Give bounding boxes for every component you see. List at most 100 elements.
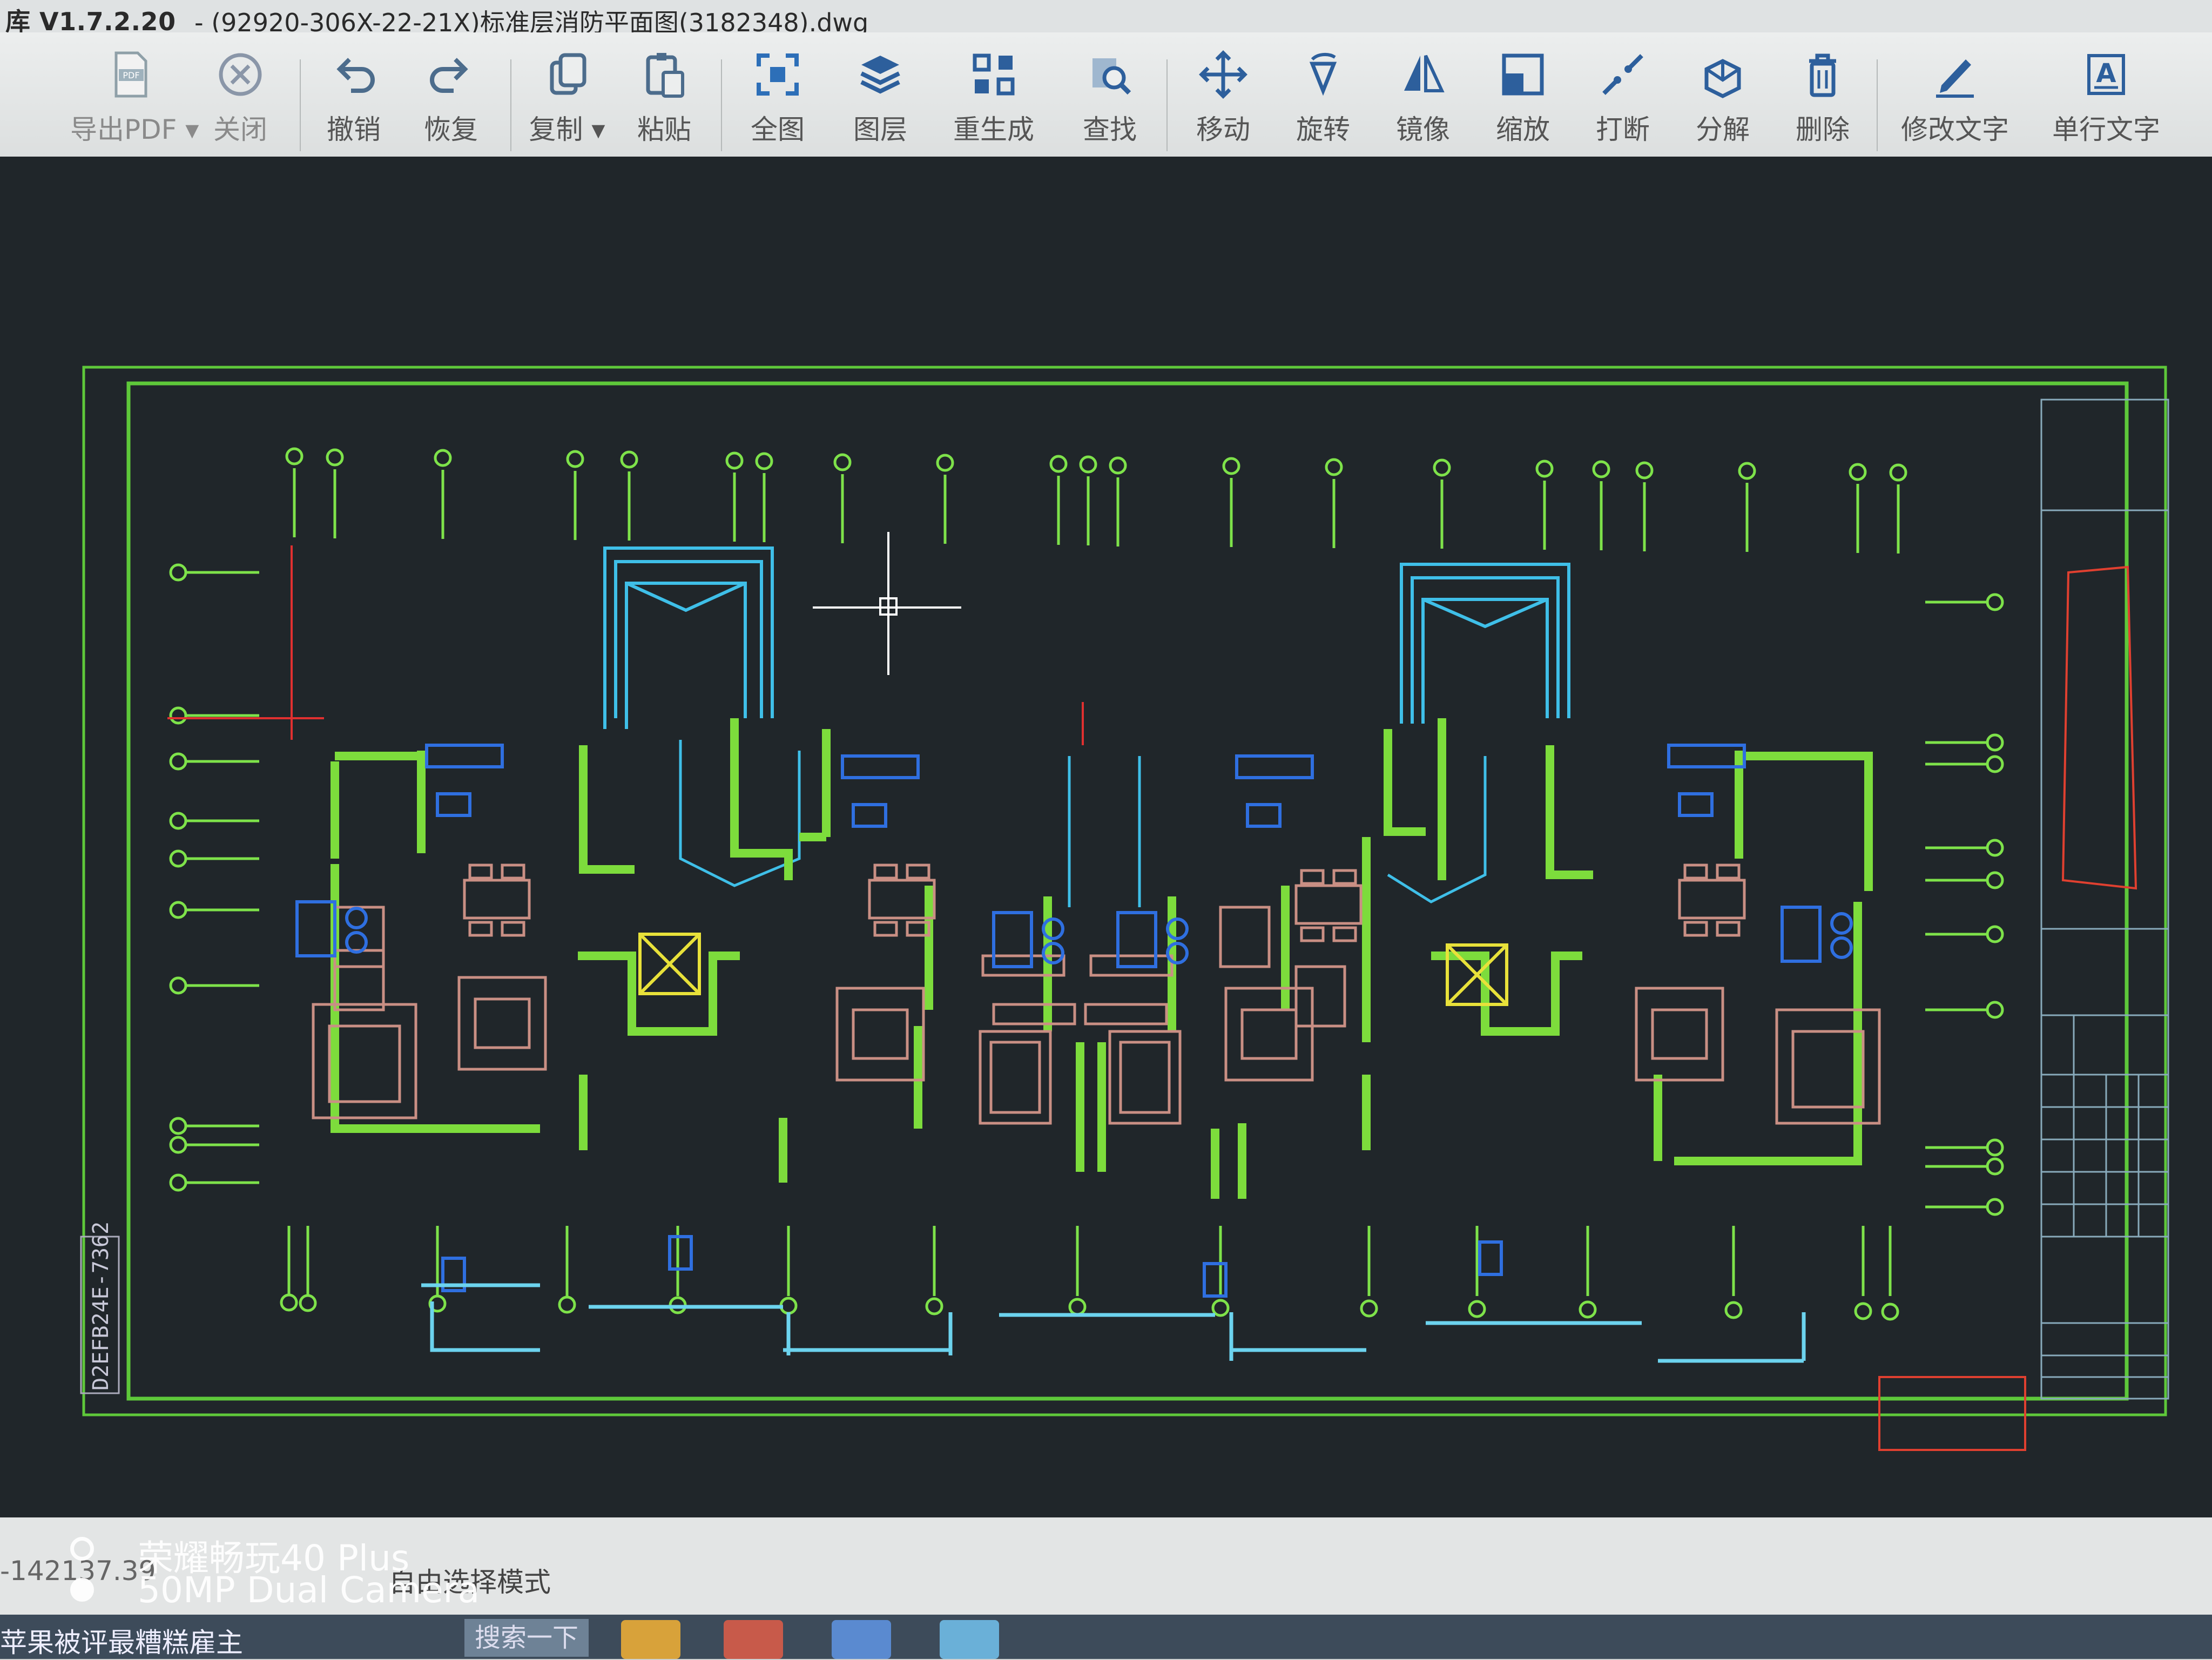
bed-mattress: [1791, 1030, 1865, 1109]
axis-bubble: [1468, 1300, 1486, 1318]
axis-bubble: [1325, 458, 1343, 476]
single-line-text-icon: A: [2087, 54, 2125, 95]
save-as-label: 为: [0, 108, 22, 147]
close-label: 关闭: [213, 114, 267, 145]
fixture-small: [852, 803, 887, 828]
mirror-button[interactable]: 镜像: [1377, 42, 1469, 150]
zoom-extents-button[interactable]: 全图: [732, 42, 824, 150]
edit-text-icon: [1936, 59, 1974, 98]
zoom-extents-label: 全图: [751, 114, 805, 145]
save-as-button[interactable]: 为: [0, 42, 22, 150]
red-reference-lines: [167, 545, 324, 740]
chair: [1683, 863, 1708, 880]
zoom-extents-icon: [757, 53, 799, 96]
axis-bubble: [1049, 455, 1068, 473]
axis-bubble: [1986, 871, 2004, 889]
app-icon[interactable]: [940, 1620, 999, 1659]
fixture-round: [1830, 912, 1853, 935]
drawing-canvas[interactable]: D2EFB24E-7362: [0, 157, 2212, 1517]
furniture-inner: [1119, 1041, 1171, 1114]
axis-bubble: [169, 1136, 187, 1154]
chair: [501, 921, 525, 937]
axis-bubble: [1738, 462, 1756, 480]
rotate-label: 旋转: [1296, 114, 1350, 145]
move-button[interactable]: 移动: [1177, 42, 1269, 150]
coffee-table: [1651, 1008, 1708, 1060]
export-pdf-label: 导出PDF ▾: [70, 114, 199, 145]
explode-button[interactable]: 分解: [1677, 42, 1769, 150]
toolbar-separator: [510, 59, 511, 151]
window-fixture: [1667, 744, 1746, 768]
paste-button[interactable]: 粘贴: [618, 42, 710, 150]
export-pdf-button[interactable]: PDF 导出PDF ▾: [70, 42, 199, 150]
sofa-set: [835, 987, 925, 1082]
toolbar-separator: [721, 59, 722, 151]
axis-bubble: [1635, 461, 1654, 480]
scale-label: 缩放: [1496, 114, 1550, 145]
fixture-small: [668, 1235, 693, 1271]
axis-bubble: [169, 563, 187, 582]
close-button[interactable]: 关闭: [194, 42, 286, 150]
delete-label: 删除: [1796, 114, 1850, 145]
outer-frame: [82, 366, 2167, 1416]
furniture: [312, 863, 1881, 1125]
chair: [1332, 926, 1357, 942]
chair: [468, 863, 493, 880]
vertical-code: D2EFB24E-7362: [89, 1222, 113, 1391]
axis-bubble: [1079, 455, 1097, 474]
wardrobe: [333, 906, 385, 968]
axis-bubble: [169, 706, 187, 725]
layers-button[interactable]: 图层: [834, 42, 926, 150]
undo-button[interactable]: 撤销: [308, 42, 400, 150]
coffee-table: [474, 997, 531, 1049]
copy-button[interactable]: 复制 ▾: [521, 42, 613, 150]
inner-frame: [126, 381, 2129, 1401]
rotate-button[interactable]: 旋转: [1277, 42, 1369, 150]
delete-button[interactable]: 删除: [1777, 42, 1869, 150]
redo-button[interactable]: 恢复: [405, 42, 497, 150]
axis-bubble: [558, 1295, 576, 1314]
watermark-camera: 50MP Dual Camera: [138, 1569, 480, 1611]
regenerate-button[interactable]: 重生成: [937, 42, 1050, 150]
stair-shaft-left: [603, 546, 774, 729]
taskbar-search[interactable]: 搜索一下: [464, 1619, 589, 1657]
fixture-small: [436, 792, 471, 817]
paste-icon: [646, 53, 684, 98]
rotate-icon: [1309, 52, 1337, 96]
copy-label: 复制 ▾: [529, 114, 605, 145]
find-button[interactable]: 查找: [1064, 42, 1156, 150]
app-icon[interactable]: [724, 1620, 783, 1659]
toolbar-separator: [300, 59, 301, 151]
left-axis-group: [169, 563, 259, 1192]
find-label: 查找: [1083, 114, 1137, 145]
single-line-text-label: 单行文字: [2052, 114, 2160, 145]
chair: [1300, 869, 1325, 885]
copy-icon: [550, 53, 586, 95]
news-ticker[interactable]: 苹果被评最糟糕雇主: [0, 1621, 243, 1660]
axis-bubble: [326, 448, 344, 467]
sofa-set: [457, 976, 547, 1071]
axis-bubble: [285, 447, 304, 465]
regenerate-label: 重生成: [953, 114, 1034, 145]
chair: [1683, 921, 1708, 937]
toolbar-separator: [1877, 59, 1878, 151]
scale-button[interactable]: 缩放: [1477, 42, 1569, 150]
edit-text-button[interactable]: 修改文字: [1887, 42, 2022, 150]
fixture-block: [1781, 906, 1822, 963]
axis-bubble: [434, 449, 452, 467]
axis-bubble: [1222, 457, 1240, 475]
right-axis-group: [1925, 593, 2004, 1216]
regenerate-icon: [973, 53, 1015, 96]
explode-label: 分解: [1696, 114, 1750, 145]
dining-table: [463, 879, 531, 920]
axis-bubble: [1433, 458, 1451, 477]
break-label: 打断: [1596, 114, 1650, 145]
app-icon[interactable]: [832, 1620, 891, 1659]
single-line-text-button[interactable]: A 单行文字: [2036, 42, 2176, 150]
folder-icon[interactable]: [621, 1620, 680, 1659]
move-label: 移动: [1196, 114, 1250, 145]
chair: [1716, 921, 1741, 937]
fixture-round: [345, 907, 368, 929]
fixture-small: [1678, 792, 1714, 817]
break-button[interactable]: 打断: [1577, 42, 1669, 150]
